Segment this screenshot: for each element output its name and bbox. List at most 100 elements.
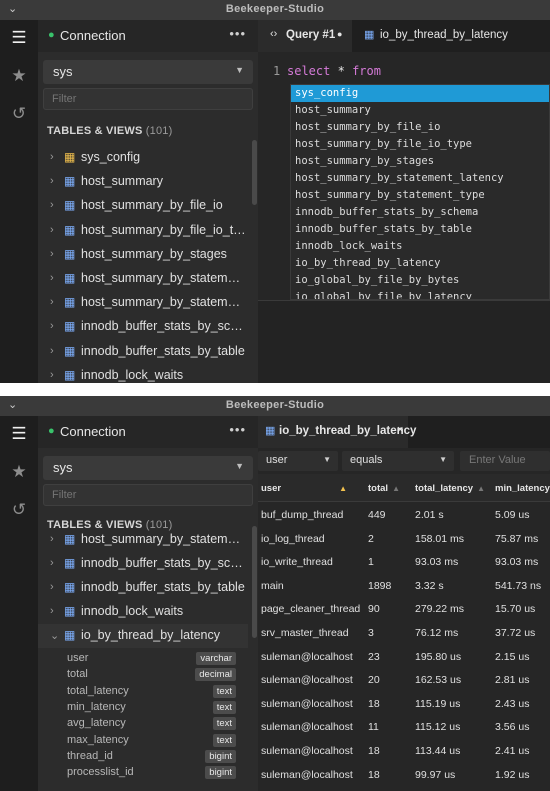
table-cell[interactable]: 2.15 us — [495, 651, 529, 663]
autocomplete-item[interactable]: innodb_lock_waits — [291, 238, 549, 255]
database-select[interactable]: sys ▼ — [43, 456, 253, 480]
table-cell[interactable]: io_write_thread — [261, 556, 333, 568]
autocomplete-item[interactable]: io_by_thread_by_latency — [291, 255, 549, 272]
table-cell[interactable]: page_cleaner_thread — [261, 603, 360, 615]
table-cell[interactable]: 3 — [368, 627, 374, 639]
column-header-min-latency[interactable]: min_latency — [495, 483, 550, 494]
chevron-right-icon[interactable]: › — [50, 199, 54, 211]
tab-table[interactable]: ▦ io_by_thread_by_latency — [354, 20, 508, 52]
sidebar-scrollbar[interactable] — [252, 526, 257, 638]
more-button[interactable]: ••• — [229, 422, 246, 437]
history-icon[interactable]: ↺ — [0, 500, 38, 520]
table-row[interactable]: › ▦ host_summary_by_file_io_type — [38, 219, 248, 243]
filter-input[interactable] — [43, 88, 253, 110]
table-cell[interactable]: 23 — [368, 651, 380, 663]
table-cell[interactable]: suleman@localhost — [261, 745, 353, 757]
table-cell[interactable]: buf_dump_thread — [261, 509, 343, 521]
chevron-right-icon[interactable]: › — [50, 224, 54, 236]
table-cell[interactable]: 18 — [368, 769, 380, 781]
table-cell[interactable]: 93.03 ms — [415, 556, 458, 568]
table-cell[interactable]: 115.12 us — [415, 721, 460, 733]
filter-value-input[interactable]: Enter Value — [460, 451, 550, 471]
column-header-total-latency[interactable]: total_latency ▲ — [415, 483, 485, 494]
table-cell[interactable]: 1.92 us — [495, 769, 529, 781]
autocomplete-item[interactable]: host_summary_by_stages — [291, 153, 549, 170]
column-header-user[interactable]: user ▲ — [261, 483, 347, 494]
table-row[interactable]: › ▦ host_summary_by_statemen... — [38, 291, 248, 315]
table-row[interactable]: › ▦ host_summary_by_statemen... — [38, 528, 248, 552]
table-row[interactable]: page_cleaner_thread 90 279.22 ms 15.70 us — [258, 597, 550, 621]
tab-table[interactable]: ▦ io_by_thread_by_latency × — [258, 416, 416, 448]
table-row[interactable]: › ▦ innodb_buffer_stats_by_table — [38, 340, 248, 364]
table-cell[interactable]: 5.09 us — [495, 509, 529, 521]
autocomplete-item[interactable]: host_summary_by_file_io_type — [291, 136, 549, 153]
table-cell[interactable]: 279.22 ms — [415, 603, 464, 615]
table-cell[interactable]: main — [261, 580, 284, 592]
table-cell[interactable]: 93.03 ms — [495, 556, 538, 568]
code-editor[interactable]: 1 select * from sys_config host_summary … — [258, 52, 550, 300]
chevron-right-icon[interactable]: › — [50, 605, 54, 617]
filter-operator-select[interactable]: equals ▼ — [342, 451, 454, 471]
table-cell[interactable]: 76.12 ms — [415, 627, 458, 639]
chevron-right-icon[interactable]: › — [50, 533, 54, 545]
chevron-right-icon[interactable]: › — [50, 272, 54, 284]
table-cell[interactable]: 99.97 us — [415, 769, 455, 781]
table-cell[interactable]: 195.80 us — [415, 651, 461, 663]
sort-asc-icon[interactable]: ▲ — [339, 484, 347, 493]
table-row[interactable]: suleman@localhost 18 115.19 us 2.43 us — [258, 692, 550, 716]
table-cell[interactable]: 3.32 s — [415, 580, 444, 592]
chevron-right-icon[interactable]: › — [50, 345, 54, 357]
history-icon[interactable]: ↺ — [0, 104, 38, 124]
table-cell[interactable]: 2.81 us — [495, 674, 529, 686]
table-row[interactable]: main 1898 3.32 s 541.73 ns — [258, 574, 550, 598]
table-row[interactable]: › ▦ innodb_lock_waits — [38, 364, 248, 383]
table-cell[interactable]: 18 — [368, 745, 380, 757]
table-cell[interactable]: 1898 — [368, 580, 391, 592]
modified-dot-icon[interactable]: ● — [337, 29, 342, 39]
table-row[interactable]: › ▦ innodb_buffer_stats_by_table — [38, 576, 248, 600]
table-cell[interactable]: suleman@localhost — [261, 769, 353, 781]
table-cell[interactable]: 541.73 ns — [495, 580, 541, 592]
table-cell[interactable]: 449 — [368, 509, 386, 521]
table-row[interactable]: › ▦ host_summary_by_stages — [38, 243, 248, 267]
table-cell[interactable]: 37.72 us — [495, 627, 535, 639]
chevron-right-icon[interactable]: › — [50, 296, 54, 308]
star-icon[interactable]: ★ — [0, 462, 38, 482]
table-cell[interactable]: 2 — [368, 533, 374, 545]
table-row[interactable]: › ▦ host_summary_by_file_io — [38, 194, 248, 218]
table-row[interactable]: suleman@localhost 11 115.12 us 3.56 us — [258, 715, 550, 739]
chevron-right-icon[interactable]: › — [50, 151, 54, 163]
sort-icon[interactable]: ▲ — [392, 484, 400, 493]
autocomplete-item[interactable]: host_summary — [291, 102, 549, 119]
chevron-right-icon[interactable]: › — [50, 557, 54, 569]
chevron-right-icon[interactable]: › — [50, 581, 54, 593]
chevron-right-icon[interactable]: › — [50, 175, 54, 187]
connection-row[interactable]: ● Connection ••• — [38, 416, 258, 448]
table-cell[interactable]: 11 — [368, 721, 379, 733]
table-cell[interactable]: 3.56 us — [495, 721, 529, 733]
table-cell[interactable]: 2.41 us — [495, 745, 529, 757]
table-cell[interactable]: 158.01 ms — [415, 533, 464, 545]
table-row[interactable]: › ▦ host_summary_by_statemen... — [38, 267, 248, 291]
table-cell[interactable]: io_log_thread — [261, 533, 325, 545]
table-row[interactable]: srv_master_thread 3 76.12 ms 37.72 us — [258, 621, 550, 645]
table-row[interactable]: suleman@localhost 18 99.97 us 1.92 us — [258, 763, 550, 787]
table-cell[interactable]: 75.87 ms — [495, 533, 538, 545]
table-row-expanded[interactable]: ⌄ ▦ io_by_thread_by_latency — [38, 624, 248, 648]
table-cell[interactable]: 115.19 us — [415, 698, 460, 710]
more-button[interactable]: ••• — [229, 26, 246, 41]
table-cell[interactable]: suleman@localhost — [261, 651, 353, 663]
table-cell[interactable]: srv_master_thread — [261, 627, 349, 639]
table-row[interactable]: suleman@localhost 23 195.80 us 2.15 us — [258, 645, 550, 669]
code-line[interactable]: select * from — [287, 64, 381, 78]
table-row[interactable]: buf_dump_thread 449 2.01 s 5.09 us — [258, 503, 550, 527]
autocomplete-item[interactable]: innodb_buffer_stats_by_schema — [291, 204, 549, 221]
chevron-right-icon[interactable]: › — [50, 248, 54, 260]
star-icon[interactable]: ★ — [0, 66, 38, 86]
autocomplete-item[interactable]: host_summary_by_file_io — [291, 119, 549, 136]
filter-column-select[interactable]: user ▼ — [258, 451, 338, 471]
database-icon[interactable]: ☰ — [0, 28, 38, 48]
sort-icon[interactable]: ▲ — [477, 484, 485, 493]
chevron-right-icon[interactable]: › — [50, 320, 54, 332]
autocomplete-item[interactable]: host_summary_by_statement_latency — [291, 170, 549, 187]
